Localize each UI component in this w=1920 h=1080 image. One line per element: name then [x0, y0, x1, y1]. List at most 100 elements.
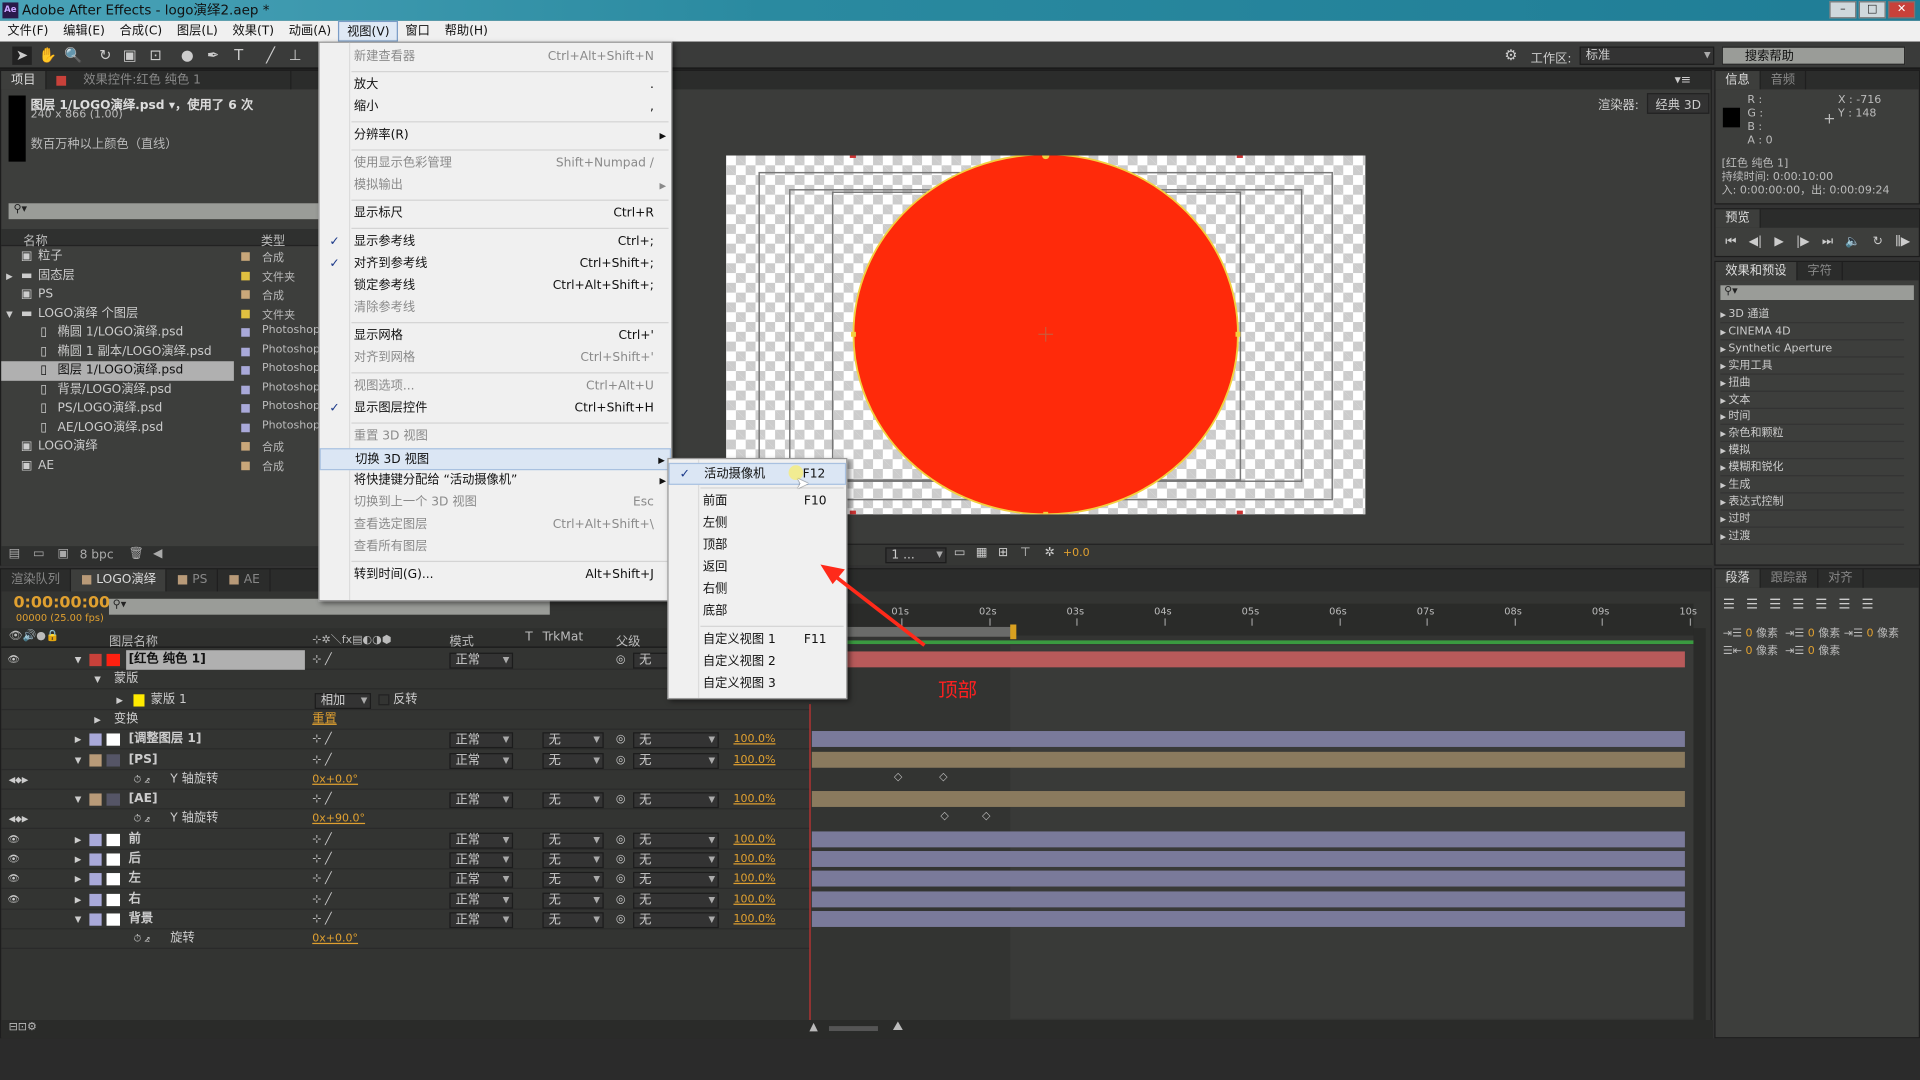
effect-category[interactable]: ▶ 文本 [1720, 391, 1905, 409]
timeline-layer-row[interactable]: 👁 ▶ 左 ⊹ ╱ 正常 无 ◎ 无 100.0% [1, 870, 810, 890]
parent-pickwhip-icon[interactable]: ◎ [616, 750, 626, 770]
justify-last-right-icon[interactable]: ☰ [1838, 596, 1850, 612]
search-help-input[interactable]: 搜索帮助 [1721, 46, 1906, 65]
indent-first-value[interactable]: 0 [1808, 628, 1815, 640]
effect-category[interactable]: ▶ 扭曲 [1720, 374, 1905, 392]
keyframe-icon[interactable]: ◇ [939, 771, 947, 783]
indent-right-value[interactable]: 0 [1866, 628, 1873, 640]
visibility-eye-icon[interactable]: 👁 [7, 850, 19, 870]
label-color[interactable] [89, 733, 102, 746]
mode-select[interactable]: 正常 [449, 872, 514, 889]
menu-item[interactable]: 切换 3D 视图 ▶ [319, 448, 672, 471]
effect-category[interactable]: ▶ 模糊和锐化 [1720, 459, 1905, 477]
layer-switches[interactable]: ⊹ ╱ [312, 790, 331, 810]
zoom-slider[interactable] [828, 1026, 878, 1032]
visibility-eye-icon[interactable]: 👁 [7, 870, 19, 890]
menu-item[interactable]: 分辨率(R) ▶ [320, 125, 671, 147]
menu-item[interactable]: 放大. [320, 75, 671, 97]
visibility-eye-icon[interactable]: 👁 [7, 890, 19, 910]
trkmat-select[interactable]: 无 [542, 872, 604, 889]
stopwatch-icon[interactable]: ⏱ ⦨ [133, 930, 149, 950]
expand-arrow-icon[interactable]: ▶ [75, 830, 82, 850]
prev-frame-icon[interactable]: ◀| [1749, 235, 1763, 248]
visibility-eye-icon[interactable]: 👁 [7, 650, 19, 670]
next-frame-icon[interactable]: |▶ [1796, 235, 1810, 248]
toggle-switches-icon[interactable]: ⊟⊡⚙ [9, 1021, 37, 1033]
expand-arrow-icon[interactable]: ▼ [75, 750, 82, 770]
tab-align[interactable]: 对齐 [1818, 569, 1864, 588]
menu-item[interactable]: 转到时间(G)... Alt+Shift+J [320, 564, 671, 586]
keyframe-icon[interactable]: ◇ [940, 811, 948, 823]
property-value[interactable]: 0x+90.0° [312, 810, 365, 830]
label-color[interactable] [241, 366, 250, 375]
expand-arrow-icon[interactable]: ▶ [75, 870, 82, 890]
panel-menu-icon[interactable]: ▾≡ [1675, 71, 1691, 89]
effect-category[interactable]: ▶ 3D 通道 [1720, 306, 1905, 324]
pen-tool-icon[interactable]: ✒ [203, 47, 223, 65]
parent-select[interactable]: 无 [633, 752, 719, 769]
label-color[interactable] [241, 328, 250, 337]
label-color[interactable] [89, 913, 102, 926]
zoom-tool-icon[interactable]: 🔍 [64, 47, 84, 65]
project-item[interactable]: ▯ 背景/LOGO演绎.psd [1, 380, 234, 400]
parent-pickwhip-icon[interactable]: ◎ [616, 790, 626, 810]
text-tool-icon[interactable]: T [229, 47, 249, 65]
menu-7[interactable]: 窗口 [398, 21, 437, 42]
project-item[interactable]: ▼ ▬ LOGO演绎 个图层 [1, 304, 234, 324]
flowchart-icon[interactable]: ⊤ [1020, 546, 1031, 559]
stretch-value[interactable]: 100.0% [733, 750, 775, 770]
scroll-left-icon[interactable]: ◀ [153, 547, 162, 560]
menu-item[interactable]: 前面 F10 [669, 491, 847, 513]
expand-arrow-icon[interactable]: ▶ [75, 850, 82, 870]
menu-item[interactable]: 显示标尺 Ctrl+R [320, 203, 671, 225]
layer-name[interactable]: 背景 [126, 910, 305, 930]
stretch-value[interactable]: 100.0% [733, 850, 775, 870]
trkmat-select[interactable]: 无 [542, 852, 604, 869]
timeline-prop-row[interactable]: ⏱ ⦨ Y 轴旋转 0x+90.0° ◀◆▶ [1, 810, 810, 830]
layer-name[interactable]: 后 [126, 850, 305, 870]
layer-name[interactable]: 右 [126, 890, 305, 910]
justify-all-icon[interactable]: ☰ [1862, 596, 1874, 612]
region-of-interest-icon[interactable]: ▭ [954, 546, 966, 559]
timeline-layer-row[interactable]: 👁 ▶ 右 ⊹ ╱ 正常 无 ◎ 无 100.0% [1, 890, 810, 910]
menu-4[interactable]: 效果(T) [225, 21, 281, 42]
menu-item[interactable]: 将快捷键分配给 “活动摄像机” ▶ [320, 470, 671, 492]
expand-arrow-icon[interactable]: ▼ [75, 650, 82, 670]
layer-duration-bar[interactable] [811, 751, 1685, 768]
label-color[interactable] [89, 793, 102, 806]
effect-category[interactable]: ▶ 过渡 [1720, 527, 1905, 545]
expand-arrow-icon[interactable]: ▼ [6, 304, 13, 324]
stopwatch-icon[interactable]: ⏱ ⦨ [133, 770, 149, 790]
parent-select[interactable]: 无 [633, 852, 719, 869]
keyframe-navigator-icon[interactable]: ◀◆▶ [9, 770, 29, 790]
parent-select[interactable]: 无 [633, 732, 719, 749]
close-button[interactable]: ✕ [1888, 1, 1916, 19]
timeline-layer-row[interactable]: 👁 ▶ 后 ⊹ ╱ 正常 无 ◎ 无 100.0% [1, 850, 810, 870]
mode-select[interactable]: 正常 [449, 732, 514, 749]
project-item[interactable]: ▯ AE/LOGO演绎.psd [1, 418, 234, 438]
timeline-layer-row[interactable]: ▶ [调整图层 1] ⊹ ╱ 正常 无 ◎ 无 100.0% [1, 730, 810, 750]
stamp-tool-icon[interactable]: ⊥ [285, 47, 305, 65]
label-color[interactable] [241, 461, 250, 470]
project-item[interactable]: ▶ ▬ 固态层 [1, 266, 234, 286]
label-color[interactable] [241, 252, 250, 261]
menu-1[interactable]: 编辑(E) [56, 21, 112, 42]
menu-8[interactable]: 帮助(H) [437, 21, 495, 42]
mask-mode-select[interactable]: 相加 [314, 692, 372, 709]
selection-tool-icon[interactable]: ➤ [12, 46, 32, 65]
parent-pickwhip-icon[interactable]: ◎ [616, 850, 626, 870]
parent-pickwhip-icon[interactable]: ◎ [616, 830, 626, 850]
expand-arrow-icon[interactable]: ▶ [75, 730, 82, 750]
label-color[interactable] [241, 423, 250, 432]
effects-search-input[interactable]: ⚲▾ [1720, 285, 1914, 301]
expand-arrow-icon[interactable]: ▶ [94, 710, 101, 730]
stretch-value[interactable]: 100.0% [733, 730, 775, 750]
keyframe-navigator-icon[interactable]: ◀◆▶ [9, 810, 29, 830]
expand-arrow-icon[interactable]: ▶ [6, 266, 13, 286]
pan-behind-tool-icon[interactable]: ⊡ [146, 47, 166, 65]
effect-category[interactable]: ▶ 杂色和颗粒 [1720, 425, 1905, 443]
effect-category[interactable]: ▶ 过时 [1720, 510, 1905, 528]
interpret-footage-icon[interactable]: ▤ [9, 547, 21, 560]
menu-5[interactable]: 动画(A) [281, 21, 338, 42]
label-color[interactable] [89, 653, 102, 667]
